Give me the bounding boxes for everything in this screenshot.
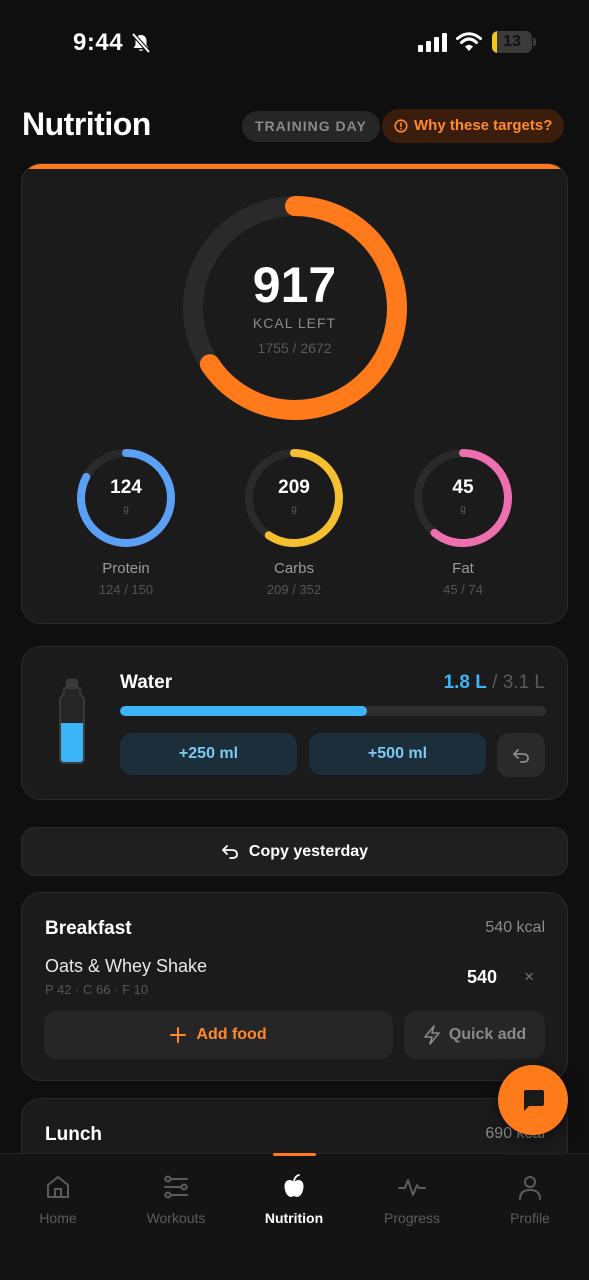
macro-value: 124	[110, 477, 142, 498]
tab-profile[interactable]: Profile	[480, 1172, 580, 1226]
chat-fab-button[interactable]	[498, 1065, 568, 1135]
bottom-tab-bar: Home Workouts Nutrition Progress Profile	[0, 1153, 589, 1280]
add-500ml-button[interactable]: +500 ml	[309, 733, 486, 775]
tab-label: Workouts	[146, 1210, 206, 1226]
active-tab-indicator	[273, 1153, 316, 1156]
quick-add-button[interactable]: Quick add	[404, 1011, 545, 1059]
water-progress-fill	[120, 706, 368, 716]
water-amount: 1.8 L / 3.1 L	[444, 672, 545, 694]
card-accent-bar	[22, 164, 567, 169]
water-card: Water 1.8 L / 3.1 L +250 ml +500 ml	[21, 646, 568, 800]
tab-nutrition[interactable]: Nutrition	[244, 1172, 344, 1226]
status-bar: 9:44 13	[0, 0, 589, 90]
apple-icon	[284, 1174, 304, 1197]
add-food-button[interactable]: Add food	[44, 1011, 393, 1059]
food-item-kcal: 540	[466, 967, 497, 987]
macro-name: Fat	[452, 560, 474, 577]
macro-unit: g	[291, 504, 297, 515]
tab-label: Home	[39, 1210, 77, 1226]
signal-icon	[418, 33, 447, 52]
water-progress-bar	[120, 706, 546, 716]
remove-food-button[interactable]: ×	[524, 967, 534, 987]
macro-fat: 45 g Fat 45 / 74	[408, 446, 518, 597]
food-item-macros: P 42 · C 66 · F 10	[45, 982, 149, 997]
kcal-left-value: 917	[252, 257, 337, 313]
water-separator: /	[486, 672, 503, 693]
water-title: Water	[120, 672, 173, 693]
tab-home[interactable]: Home	[8, 1172, 108, 1226]
tab-label: Progress	[383, 1210, 441, 1226]
tab-label: Profile	[510, 1210, 550, 1226]
battery-icon: 13	[492, 31, 532, 53]
silent-bell-icon	[131, 32, 151, 54]
meal-title: Lunch	[45, 1124, 102, 1145]
food-item-name[interactable]: Oats & Whey Shake	[45, 956, 207, 977]
macro-unit: g	[460, 504, 466, 515]
lightning-icon	[424, 1025, 440, 1045]
why-targets-button[interactable]: Why these targets?	[382, 109, 565, 143]
water-bottle-icon	[59, 679, 85, 764]
copy-yesterday-button[interactable]: Copy yesterday	[21, 827, 568, 876]
home-icon	[47, 1176, 69, 1198]
macro-progress: 45 / 74	[443, 582, 483, 597]
workouts-icon	[164, 1175, 188, 1199]
info-icon	[394, 119, 408, 133]
kcal-consumed-target: 1755 / 2672	[257, 340, 332, 356]
macro-progress: 124 / 150	[98, 582, 154, 597]
water-current: 1.8 L	[443, 672, 487, 693]
chat-icon	[524, 1090, 544, 1111]
page-title: Nutrition	[22, 106, 151, 142]
macro-progress: 209 / 352	[266, 582, 322, 597]
why-targets-label: Why these targets?	[414, 117, 553, 134]
calorie-card: 917 KCAL LEFT 1755 / 2672 124 g Protein …	[21, 163, 568, 624]
add-food-label: Add food	[196, 1026, 267, 1043]
kcal-left-label: KCAL LEFT	[252, 315, 337, 331]
undo-icon	[513, 749, 529, 763]
quick-add-label: Quick add	[448, 1026, 527, 1043]
macro-carbs: 209 g Carbs 209 / 352	[239, 446, 349, 597]
meal-title: Breakfast	[45, 918, 132, 939]
tab-progress[interactable]: Progress	[362, 1172, 462, 1226]
meal-kcal: 540 kcal	[485, 919, 545, 936]
undo-water-button[interactable]	[497, 733, 545, 777]
macro-name: Carbs	[273, 560, 314, 577]
add-250ml-button[interactable]: +250 ml	[120, 733, 297, 775]
wifi-icon	[456, 32, 482, 51]
pulse-icon	[398, 1179, 426, 1196]
tab-label: Nutrition	[264, 1210, 324, 1226]
macro-protein: 124 g Protein 124 / 150	[71, 446, 181, 597]
tab-workouts[interactable]: Workouts	[126, 1172, 226, 1226]
status-time: 9:44	[73, 29, 124, 56]
macro-value: 45	[452, 477, 474, 498]
copy-yesterday-label: Copy yesterday	[248, 842, 369, 860]
day-type-badge[interactable]: TRAINING DAY	[242, 111, 380, 142]
person-icon	[519, 1176, 541, 1200]
macro-unit: g	[123, 504, 129, 515]
macro-value: 209	[278, 477, 310, 498]
meal-card-breakfast: Breakfast 540 kcal Oats & Whey Shake P 4…	[21, 892, 568, 1081]
water-target: 3.1 L	[502, 672, 545, 693]
battery-level: 13	[503, 33, 521, 50]
macro-name: Protein	[102, 560, 150, 577]
undo-arrow-icon	[222, 844, 238, 859]
plus-icon	[170, 1027, 187, 1043]
